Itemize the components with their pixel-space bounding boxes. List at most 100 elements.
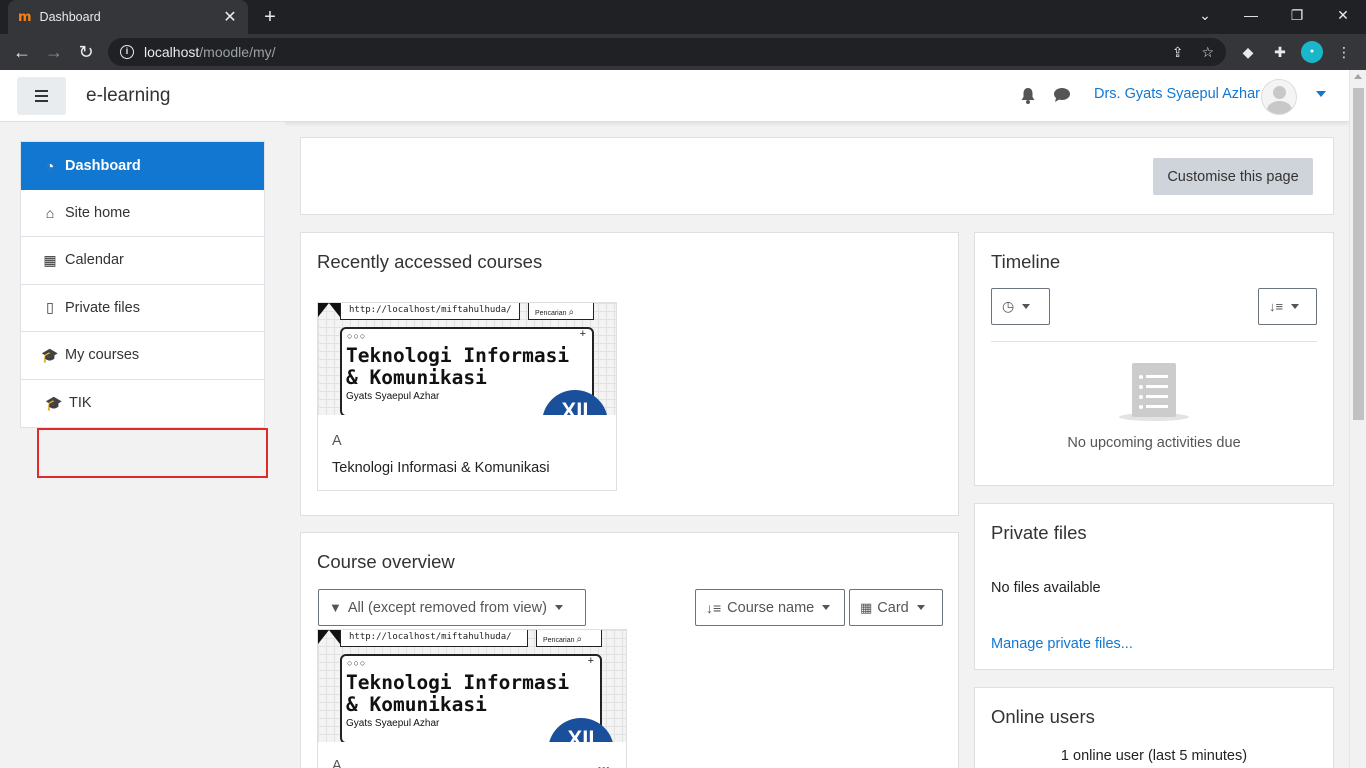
window-dots-icon: ○○○ — [347, 331, 367, 341]
flag-icon — [318, 303, 340, 317]
graduation-cap-icon: 🎓 — [45, 394, 63, 411]
page-scrollbar[interactable] — [1349, 70, 1366, 768]
nav-item-calendar[interactable]: ▦ Calendar — [21, 237, 264, 285]
timeline-block: Timeline ◷ ↓≡ No upcoming activities due — [974, 232, 1334, 486]
timeline-day-filter-dropdown[interactable]: ◷ — [991, 288, 1050, 325]
user-menu-name[interactable]: Drs. Gyats Syaepul Azhar — [1094, 86, 1260, 102]
browser-menu-icon[interactable]: ⋮ — [1334, 42, 1354, 62]
course-filter-dropdown[interactable]: ▼ All (except removed from view) — [318, 589, 586, 626]
overview-course-card[interactable]: http://localhost/miftahulhuda/ Pencarian… — [317, 629, 627, 768]
recent-course-card[interactable]: http://localhost/miftahulhuda/ Pencarian… — [317, 302, 617, 491]
sort-icon: ↓≡ — [1269, 299, 1284, 314]
browser-profile-avatar[interactable]: ● — [1301, 41, 1323, 63]
course-image-search: Pencarian ⌕ — [528, 303, 594, 320]
online-users-block: Online users 1 online user (last 5 minut… — [974, 687, 1334, 768]
nav-item-site-home[interactable]: ⌂ Site home — [21, 190, 264, 237]
plus-icon: + — [587, 655, 594, 667]
nav-item-private-files[interactable]: ▯ Private files — [21, 285, 264, 332]
scrollbar-thumb[interactable] — [1353, 88, 1364, 420]
nav-item-label: Calendar — [65, 252, 124, 269]
user-menu-caret-icon[interactable] — [1316, 91, 1326, 97]
scroll-up-arrow-icon[interactable] — [1354, 74, 1362, 79]
nav-item-label: Dashboard — [65, 157, 141, 174]
course-actions-menu-icon[interactable]: ••• — [597, 762, 610, 768]
course-image[interactable]: http://localhost/miftahulhuda/ Pencarian… — [318, 303, 616, 415]
highlight-annotation-box — [37, 428, 268, 478]
caret-down-icon — [822, 605, 831, 610]
drawer-toggle-button[interactable] — [17, 77, 66, 115]
hamburger-icon — [35, 90, 48, 92]
bookmark-star-icon[interactable]: ☆ — [1201, 44, 1214, 61]
block-title: Timeline — [991, 251, 1061, 272]
address-bar[interactable]: i localhost /moodle/my/ ⇪ ☆ — [108, 38, 1226, 66]
browser-toolbar: ← → ↻ i localhost /moodle/my/ ⇪ ☆ ◆ ✚ ● … — [0, 34, 1366, 70]
course-name-link[interactable]: Teknologi Informasi & Komunikasi — [332, 460, 550, 476]
course-view-dropdown[interactable]: ▦ Card — [849, 589, 943, 626]
course-image-title: Teknologi Informasi & Komunikasi — [346, 671, 570, 716]
clock-icon: ◷ — [1002, 298, 1015, 314]
moodle-navbar: e-learning Drs. Gyats Syaepul Azhar — [0, 70, 1349, 122]
new-tab-icon[interactable]: + — [258, 5, 282, 29]
notification-bell-icon[interactable] — [1020, 87, 1038, 105]
course-image-author: Gyats Syaepul Azhar — [346, 718, 440, 729]
nav-item-tik[interactable]: 🎓 TIK — [21, 380, 264, 428]
browser-tabbar: m Dashboard ✕ + ⌄ — ❐ ✕ — [0, 0, 1366, 34]
recent-courses-block: Recently accessed courses http://localho… — [300, 232, 959, 516]
nav-item-label: TIK — [69, 395, 92, 412]
nav-item-label: My courses — [65, 347, 140, 364]
block-title: Course overview — [317, 551, 455, 572]
divider — [991, 341, 1317, 342]
restore-icon[interactable]: ❐ — [1274, 0, 1320, 30]
magnifier-icon: ⌕ — [576, 634, 583, 645]
moodle-favicon-icon: m — [18, 9, 32, 25]
page-viewport: e-learning Drs. Gyats Syaepul Azhar ◔ Da… — [0, 70, 1366, 768]
back-arrow-icon[interactable]: ← — [10, 40, 34, 64]
tab-search-icon[interactable]: ⌄ — [1182, 0, 1228, 30]
minimize-icon[interactable]: — — [1228, 0, 1274, 30]
nav-drawer: ◔ Dashboard ⌂ Site home ▦ Calendar ▯ Pri… — [0, 122, 285, 768]
private-files-block: Private files No files available Manage … — [974, 503, 1334, 670]
site-brand[interactable]: e-learning — [86, 85, 171, 107]
timeline-empty-text: No upcoming activities due — [1067, 435, 1241, 451]
plus-icon: + — [579, 328, 586, 340]
browser-tab[interactable]: m Dashboard ✕ — [8, 0, 248, 34]
tab-close-icon[interactable]: ✕ — [222, 7, 238, 27]
graduation-cap-icon: 🎓 — [41, 346, 59, 363]
private-files-empty-text: No files available — [991, 580, 1101, 596]
customise-page-button[interactable]: Customise this page — [1153, 158, 1313, 195]
url-host: localhost — [144, 44, 200, 60]
caret-down-icon — [554, 605, 563, 610]
window-dots-icon: ○○○ — [347, 658, 367, 668]
course-image[interactable]: http://localhost/miftahulhuda/ Pencarian… — [318, 630, 626, 742]
course-overview-block: Course overview ▼ All (except removed fr… — [300, 532, 959, 768]
file-icon: ▯ — [46, 299, 54, 316]
window-close-icon[interactable]: ✕ — [1320, 0, 1366, 30]
caret-down-icon — [916, 605, 925, 610]
calendar-icon: ▦ — [43, 251, 57, 268]
nav-item-label: Private files — [65, 299, 140, 316]
site-info-icon[interactable]: i — [120, 45, 134, 59]
reload-icon[interactable]: ↻ — [74, 40, 98, 64]
puzzle-extensions-icon[interactable]: ✚ — [1270, 42, 1290, 62]
home-icon: ⌂ — [45, 204, 55, 221]
block-title: Recently accessed courses — [317, 251, 543, 272]
nav-item-dashboard[interactable]: ◔ Dashboard — [21, 142, 264, 190]
block-title: Online users — [991, 706, 1095, 727]
course-category: A — [332, 758, 342, 768]
course-category: A — [332, 433, 342, 449]
course-image-url: http://localhost/miftahulhuda/ — [340, 303, 520, 320]
dashboard-icon: ◔ — [45, 157, 55, 174]
user-avatar[interactable] — [1261, 79, 1297, 115]
extension-icon[interactable]: ◆ — [1238, 42, 1258, 62]
magnifier-icon: ⌕ — [568, 307, 575, 318]
messages-chat-icon[interactable] — [1053, 87, 1071, 105]
nav-item-my-courses[interactable]: 🎓 My courses — [21, 332, 264, 380]
empty-list-icon — [1119, 363, 1189, 423]
block-title: Private files — [991, 522, 1087, 543]
share-icon[interactable]: ⇪ — [1172, 44, 1184, 61]
caret-down-icon — [1291, 304, 1300, 309]
course-sort-dropdown[interactable]: ↓≡ Course name — [695, 589, 845, 626]
manage-private-files-link[interactable]: Manage private files... — [991, 636, 1133, 652]
forward-arrow-icon[interactable]: → — [42, 40, 66, 64]
timeline-sort-dropdown[interactable]: ↓≡ — [1258, 288, 1317, 325]
